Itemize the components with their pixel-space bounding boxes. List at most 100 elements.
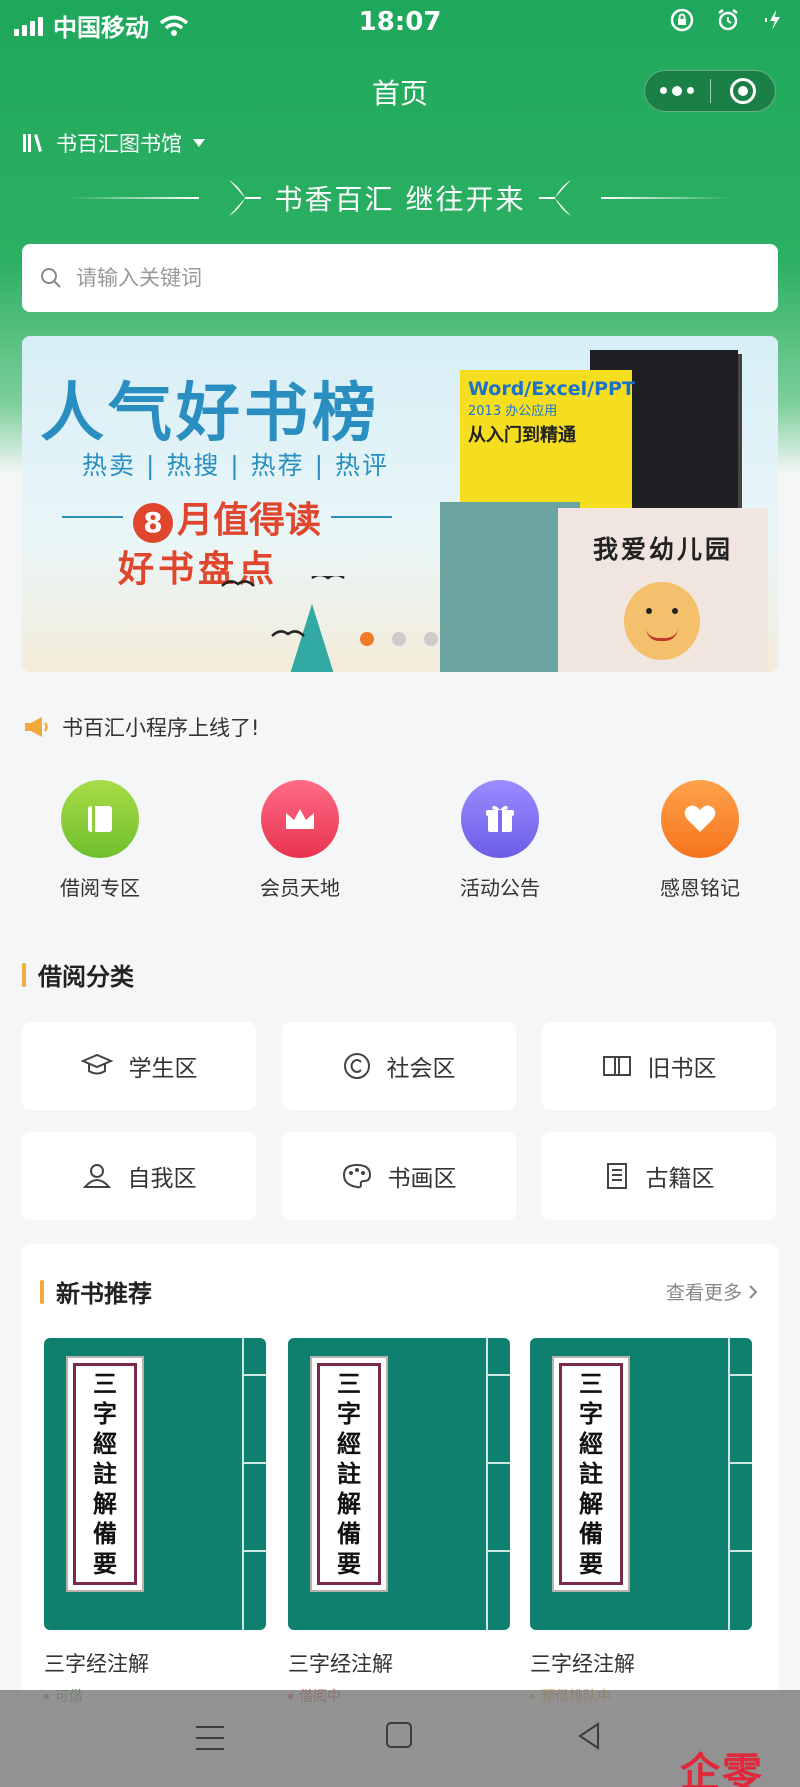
megaphone-icon — [25, 717, 48, 737]
gift-icon — [461, 780, 539, 858]
cover-char: 解 — [579, 1489, 603, 1518]
category-used-books[interactable]: 旧书区 — [542, 1022, 776, 1110]
child-face-illustration — [624, 582, 700, 660]
cover-char: 字 — [337, 1399, 361, 1428]
alarm-icon — [718, 9, 738, 31]
category-society[interactable]: 社会区 — [282, 1022, 516, 1110]
watermark: 企零云 — [680, 1750, 764, 1787]
quick-entry-activity[interactable]: 活动公告 — [420, 780, 580, 901]
person-icon — [82, 1164, 111, 1188]
category-section-header: 借阅分类 — [22, 957, 134, 992]
open-book-icon — [602, 1056, 631, 1076]
book-cover: 三 字 經 註 解 備 要 — [530, 1338, 752, 1630]
charging-icon — [765, 10, 780, 30]
banner-subtitle-text: 月值得读 — [177, 500, 322, 541]
back-icon[interactable] — [576, 1722, 602, 1750]
cover-char: 要 — [93, 1549, 117, 1578]
book-card[interactable]: 三 字 經 註 解 備 要 三字经注解 可借 — [44, 1338, 266, 1706]
section-accent-bar — [22, 962, 26, 987]
category-student[interactable]: 学生区 — [22, 1022, 256, 1110]
caret-down-icon — [193, 139, 205, 147]
view-more-label: 查看更多 — [665, 1282, 742, 1304]
promo-banner[interactable]: 人气好书榜 热卖 | 热搜 | 热荐 | 热评 8 月值得读 好书盘点 Word/… — [22, 336, 778, 672]
cover-char: 解 — [93, 1489, 117, 1518]
cover-char: 備 — [93, 1519, 117, 1548]
more-dots-icon[interactable] — [645, 85, 710, 96]
new-books-section: 新书推荐 查看更多 三 字 經 註 解 備 要 三字经注解 可借 三 — [22, 1244, 778, 1724]
book-title: 三字经注解 — [288, 1652, 393, 1676]
chevron-right-icon — [749, 1284, 758, 1299]
cover-char: 三 — [579, 1369, 603, 1398]
cover-char: 註 — [337, 1459, 361, 1488]
cover-char: 註 — [93, 1459, 117, 1488]
cover-char: 備 — [337, 1519, 361, 1548]
banner-book-office-tag: 从入门到精通 — [468, 425, 576, 446]
quick-entry-label: 活动公告 — [460, 876, 540, 900]
quick-entry-label: 会员天地 — [260, 876, 340, 900]
status-bar: 中国移动 18:07 — [0, 0, 800, 44]
banner-book-office-title: Word/Excel/PPT — [468, 378, 635, 400]
book-title: 三字经注解 — [44, 1652, 149, 1676]
book-title: 三字经注解 — [530, 1652, 635, 1676]
cover-char: 備 — [579, 1519, 603, 1548]
new-books-title: 新书推荐 — [56, 1280, 152, 1308]
banner-book-office-subtitle: 2013 办公应用 — [468, 404, 558, 419]
quick-entry-member[interactable]: 会员天地 — [220, 780, 380, 901]
banner-book-office: Word/Excel/PPT 2013 办公应用 从入门到精通 — [460, 370, 635, 512]
book-card[interactable]: 三 字 經 註 解 備 要 三字经注解 预借排队中 — [530, 1338, 752, 1706]
orientation-lock-icon — [670, 8, 694, 32]
slogan-text: 书香百汇 继往开来 — [274, 183, 526, 216]
pager-dot-active[interactable] — [360, 632, 374, 646]
cover-char: 要 — [337, 1549, 361, 1578]
quick-entry-label: 借阅专区 — [60, 876, 140, 900]
quick-entry-gratitude[interactable]: 感恩铭记 — [620, 780, 780, 901]
cover-char: 三 — [337, 1369, 361, 1398]
category-section-title: 借阅分类 — [38, 963, 134, 991]
cover-char: 字 — [93, 1399, 117, 1428]
new-books-header: 新书推荐 — [40, 1274, 152, 1309]
book-cover: 三 字 經 註 解 備 要 — [288, 1338, 510, 1630]
view-more-link[interactable]: 查看更多 — [666, 1278, 758, 1305]
banner-subtitle: 8 月值得读 — [62, 491, 393, 543]
cover-char: 字 — [579, 1399, 603, 1428]
category-painting[interactable]: 书画区 — [282, 1132, 516, 1220]
search-bar[interactable] — [22, 244, 778, 312]
banner-tags: 热卖 | 热搜 | 热荐 | 热评 — [82, 451, 389, 480]
palette-icon — [342, 1163, 371, 1189]
book-icon — [61, 780, 139, 858]
menu-icon[interactable] — [196, 1726, 224, 1759]
banner-book-kindergarten-title: 我爱幼儿园 — [592, 535, 733, 564]
cover-char: 解 — [337, 1489, 361, 1518]
banner-title: 人气好书榜 — [40, 377, 380, 451]
nav-bar: 首页 — [0, 62, 800, 118]
home-icon[interactable] — [386, 1722, 412, 1748]
cover-char: 要 — [579, 1549, 603, 1578]
search-input[interactable] — [76, 266, 736, 290]
quick-entry-borrow[interactable]: 借阅专区 — [20, 780, 180, 901]
crown-icon — [261, 780, 339, 858]
pager-dot[interactable] — [424, 632, 438, 646]
close-circle-icon[interactable] — [711, 78, 776, 104]
category-self[interactable]: 自我区 — [22, 1132, 256, 1220]
books-icon — [23, 134, 42, 152]
leaf-ornament-icon — [228, 180, 261, 216]
slogan-line-left — [68, 197, 199, 199]
quick-entries: 借阅专区 会员天地 活动公告 感恩铭记 — [0, 780, 800, 900]
banner-pager — [360, 632, 438, 646]
category-label: 社会区 — [386, 1056, 456, 1082]
cover-char: 經 — [337, 1429, 361, 1458]
cover-char: 經 — [93, 1429, 117, 1458]
notice-bar[interactable]: 书百汇小程序上线了! — [22, 712, 259, 742]
category-ancient[interactable]: 古籍区 — [542, 1132, 776, 1220]
category-label: 古籍区 — [645, 1166, 715, 1192]
library-selector[interactable]: 书百汇图书馆 — [22, 128, 206, 158]
cover-char: 三 — [93, 1369, 117, 1398]
category-label: 旧书区 — [647, 1056, 717, 1082]
book-card[interactable]: 三 字 經 註 解 備 要 三字经注解 借阅中 — [288, 1338, 510, 1706]
category-label: 学生区 — [128, 1056, 198, 1082]
banner-month-badge: 8 — [133, 503, 173, 543]
mini-program-capsule — [644, 70, 776, 112]
notice-text: 书百汇小程序上线了! — [62, 716, 260, 740]
pager-dot[interactable] — [392, 632, 406, 646]
section-accent-bar — [40, 1279, 44, 1304]
